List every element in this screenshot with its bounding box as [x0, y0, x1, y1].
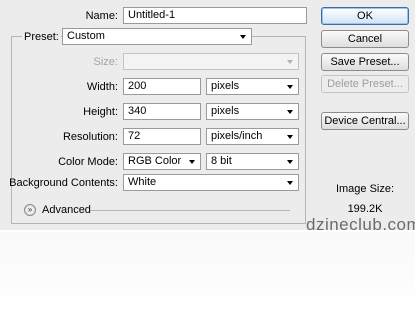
name-field[interactable]: Untitled-1: [123, 7, 307, 24]
size-label: Size:: [93, 56, 118, 68]
resolution-label: Resolution:: [62, 131, 118, 143]
delete-preset-button: Delete Preset...: [321, 75, 409, 93]
preset-label: Preset:: [22, 31, 61, 43]
device-central-button[interactable]: Device Central...: [321, 112, 409, 130]
background-contents-value: White: [128, 176, 157, 188]
name-label: Name:: [85, 10, 118, 22]
advanced-divider: [90, 210, 290, 211]
width-unit-value: pixels: [211, 80, 240, 92]
chevron-down-icon: [240, 35, 246, 39]
color-mode-label: Color Mode:: [58, 156, 118, 168]
cancel-button[interactable]: Cancel: [321, 30, 409, 48]
size-select: [123, 53, 299, 70]
height-field[interactable]: 340: [123, 103, 201, 120]
background-contents-select[interactable]: White: [123, 174, 299, 191]
image-size-label: Image Size:: [335, 183, 395, 195]
preset-select-value: Custom: [67, 30, 105, 42]
height-label: Height:: [83, 106, 118, 118]
width-field[interactable]: 200: [123, 78, 201, 95]
chevron-down-icon: [287, 181, 293, 185]
advanced-toggle-icon[interactable]: »: [24, 204, 36, 216]
chevron-down-icon: [287, 85, 293, 89]
new-document-dialog: Name: Untitled-1 Preset: Custom Size: Wi…: [0, 0, 415, 230]
image-size-value: 199.2K: [347, 203, 383, 215]
resolution-field[interactable]: 72: [123, 128, 201, 145]
chevron-down-icon: [287, 60, 293, 64]
height-unit-value: pixels: [211, 105, 240, 117]
background-contents-label: Background Contents:: [9, 177, 118, 189]
save-preset-button[interactable]: Save Preset...: [321, 53, 409, 71]
bit-depth-value: 8 bit: [211, 155, 232, 167]
chevron-down-icon: [287, 110, 293, 114]
bit-depth-select[interactable]: 8 bit: [206, 153, 299, 170]
chevron-down-icon: [287, 135, 293, 139]
dialog-reflection: Background Contents: White » Advanced Im…: [0, 232, 415, 320]
chevron-down-icon: [189, 160, 195, 164]
resolution-unit-value: pixels/inch: [211, 130, 263, 142]
preset-select[interactable]: Custom: [62, 28, 252, 45]
chevron-down-icon: [287, 160, 293, 164]
color-mode-value: RGB Color: [128, 155, 182, 167]
height-unit-select[interactable]: pixels: [206, 103, 299, 120]
color-mode-select[interactable]: RGB Color: [123, 153, 201, 170]
advanced-label[interactable]: Advanced: [42, 204, 91, 216]
width-label: Width:: [86, 81, 118, 93]
ok-button[interactable]: OK: [321, 7, 409, 25]
resolution-unit-select[interactable]: pixels/inch: [206, 128, 299, 145]
width-unit-select[interactable]: pixels: [206, 78, 299, 95]
